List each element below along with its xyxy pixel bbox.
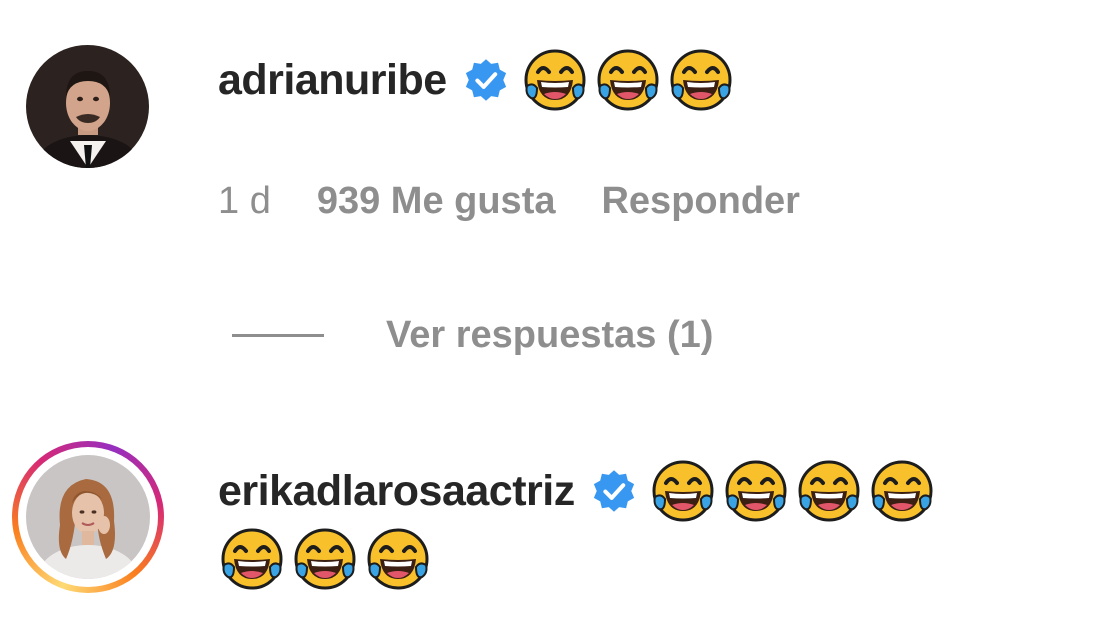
tears-of-joy-emoji-icon xyxy=(724,459,788,523)
tears-of-joy-emoji-icon xyxy=(797,459,861,523)
avatar-image-erikadlarosaactriz xyxy=(26,455,150,579)
reply-button[interactable]: Responder xyxy=(601,180,799,223)
comment-text-continued xyxy=(220,527,439,591)
comment-timestamp[interactable]: 1 d xyxy=(218,180,271,223)
tears-of-joy-emoji-icon xyxy=(220,527,284,591)
avatar[interactable] xyxy=(26,45,149,168)
tears-of-joy-emoji-icon xyxy=(366,527,430,591)
tears-of-joy-emoji-icon xyxy=(870,459,934,523)
comment-header: erikadlarosaactriz xyxy=(218,459,943,523)
avatar-image-adrianuribe xyxy=(26,45,149,168)
view-replies-button[interactable]: Ver respuestas (1) xyxy=(232,314,713,357)
likes-count-button[interactable]: 939 Me gusta xyxy=(317,180,556,223)
verified-badge-icon xyxy=(591,468,637,514)
username-link[interactable]: adrianuribe xyxy=(218,56,447,105)
avatar[interactable] xyxy=(26,455,150,579)
username-link[interactable]: erikadlarosaactriz xyxy=(218,467,575,516)
replies-divider xyxy=(232,334,324,337)
view-replies-label: Ver respuestas (1) xyxy=(386,314,714,356)
verified-badge-icon xyxy=(463,57,509,103)
tears-of-joy-emoji-icon xyxy=(293,527,357,591)
tears-of-joy-emoji-icon xyxy=(523,48,587,112)
comment-meta: 1 d 939 Me gusta Responder xyxy=(218,180,846,223)
tears-of-joy-emoji-icon xyxy=(651,459,715,523)
comment-header: adrianuribe xyxy=(218,48,742,112)
comments-panel: adrianuribe 1 d 939 Me gusta Responder V… xyxy=(0,0,1111,620)
tears-of-joy-emoji-icon xyxy=(669,48,733,112)
tears-of-joy-emoji-icon xyxy=(596,48,660,112)
